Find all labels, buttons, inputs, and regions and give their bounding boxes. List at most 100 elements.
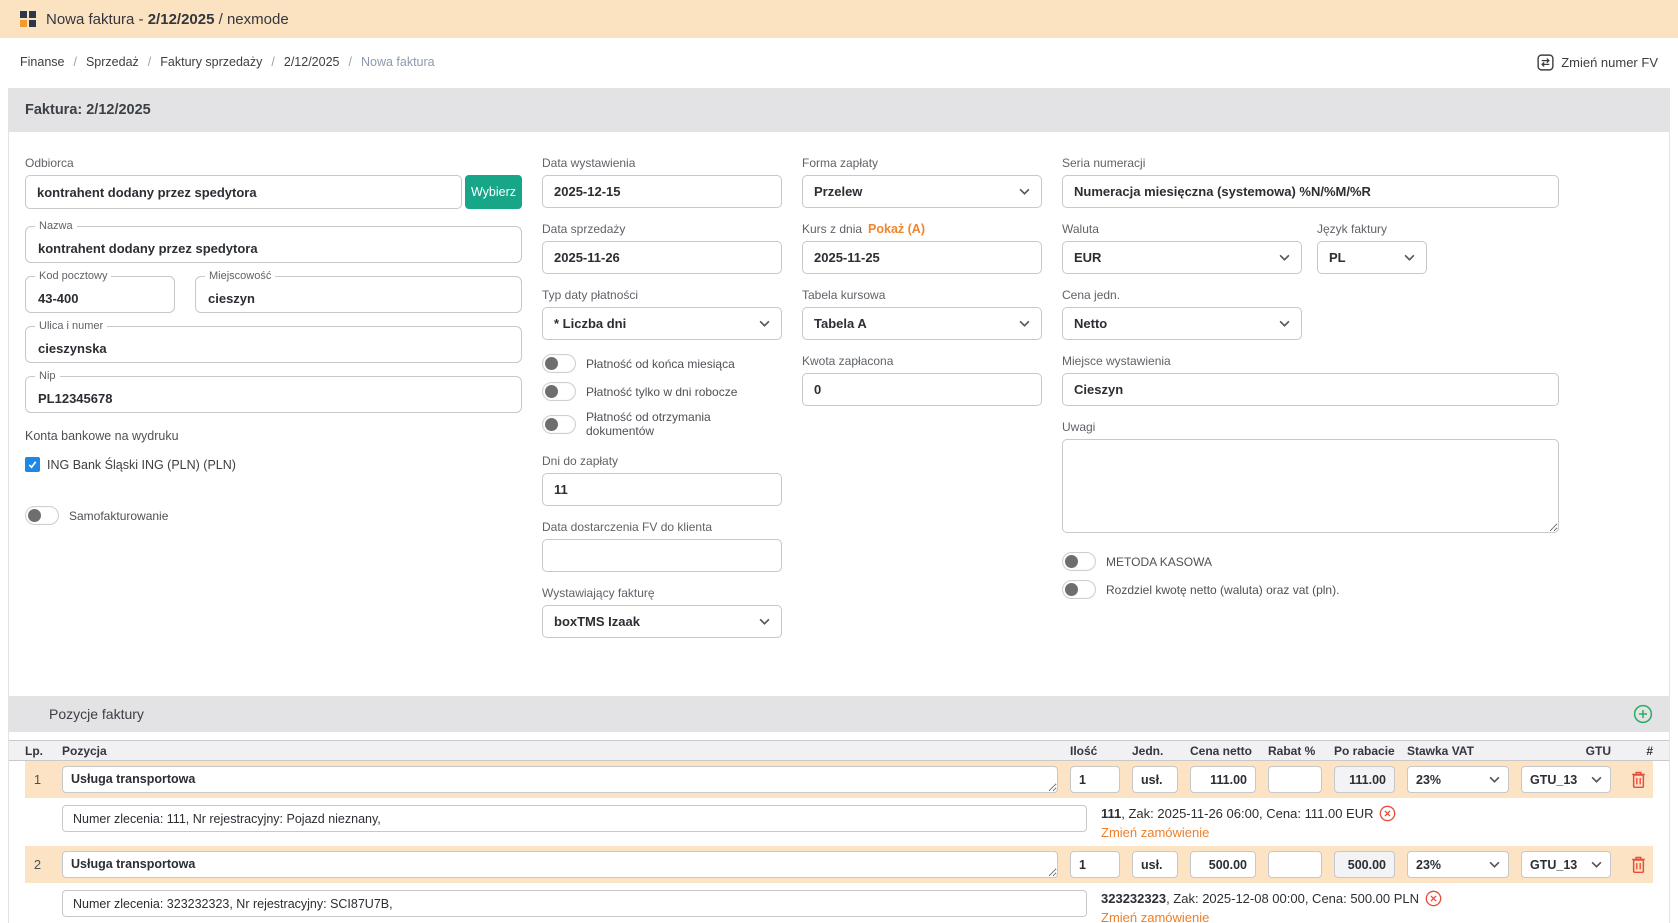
cena-jedn-label: Cena jedn. <box>1062 288 1302 302</box>
item-1-name-input[interactable]: Usługa transportowa <box>62 766 1058 793</box>
breadcrumb-faktury[interactable]: Faktury sprzedaży <box>160 55 262 69</box>
samofakturowanie-label: Samofakturowanie <box>69 509 168 523</box>
change-fv-number-button[interactable]: Zmień numer FV <box>1537 54 1658 71</box>
change-order-2-link[interactable]: Zmień zamówienie <box>1101 910 1209 923</box>
dni-do-zaplaty-label: Dni do zapłaty <box>542 454 782 468</box>
invoice-card: Faktura: 2/12/2025 Odbiorca Wybierz Nazw… <box>8 88 1670 923</box>
breadcrumb-number[interactable]: 2/12/2025 <box>284 55 340 69</box>
item-1-unit-input[interactable] <box>1132 766 1178 793</box>
chevron-down-icon <box>1489 776 1500 783</box>
remove-order-2-icon[interactable] <box>1425 890 1442 907</box>
item-1-lp: 1 <box>25 772 50 787</box>
bank-account-checkbox-row[interactable]: ING Bank Śląski ING (PLN) (PLN) <box>25 457 522 472</box>
uwagi-label: Uwagi <box>1062 420 1559 434</box>
invoice-card-header: Faktura: 2/12/2025 <box>9 88 1669 132</box>
tabela-kursowa-select[interactable]: Tabela A <box>802 307 1042 340</box>
nazwa-field[interactable]: Nazwa kontrahent dodany przez spedytora <box>25 226 522 263</box>
data-dostarczenia-input[interactable] <box>542 539 782 572</box>
platnosc-koniec-miesiaca-toggle[interactable] <box>542 354 576 373</box>
ulica-label: Ulica i numer <box>35 320 107 332</box>
breadcrumb-sprzedaz[interactable]: Sprzedaż <box>86 55 139 69</box>
chevron-down-icon <box>759 320 770 327</box>
miejscowosc-field[interactable]: Miejscowość cieszyn <box>195 276 522 313</box>
uwagi-textarea[interactable] <box>1062 439 1559 533</box>
change-order-1-link[interactable]: Zmień zamówienie <box>1101 825 1209 840</box>
breadcrumb-bar: Finanse / Sprzedaż / Faktury sprzedaży /… <box>0 38 1678 86</box>
forma-zaplaty-select[interactable]: Przelew <box>802 175 1042 208</box>
window-title: Nowa faktura - 2/12/2025 / nexmode <box>46 11 289 28</box>
remove-order-1-icon[interactable] <box>1379 805 1396 822</box>
nip-label: Nip <box>35 370 60 382</box>
item-row-2: 2 Usługa transportowa 23% GTU_13 <box>25 846 1653 883</box>
item-2-gtu-select[interactable]: GTU_13 <box>1521 851 1611 878</box>
wystawiajacy-select[interactable]: boxTMS Izaak <box>542 605 782 638</box>
odbiorca-input[interactable] <box>25 175 462 209</box>
pozycje-faktury-title: Pozycje faktury <box>25 706 144 722</box>
typ-daty-platnosci-select[interactable]: * Liczba dni <box>542 307 782 340</box>
chevron-down-icon <box>1591 861 1602 868</box>
ulica-field[interactable]: Ulica i numer cieszynska <box>25 326 522 363</box>
rozdziel-kwote-toggle[interactable] <box>1062 580 1096 599</box>
samofakturowanie-row: Samofakturowanie <box>25 506 522 525</box>
breadcrumb-finanse[interactable]: Finanse <box>20 55 64 69</box>
seria-numeracji-input[interactable] <box>1062 175 1559 208</box>
item-2-net-input[interactable] <box>1190 851 1256 878</box>
data-dostarczenia-label: Data dostarczenia FV do klienta <box>542 520 782 534</box>
column-recipient: Odbiorca Wybierz Nazwa kontrahent dodany… <box>25 156 522 534</box>
kurs-z-dnia-label: Kurs z dnia <box>802 222 862 236</box>
wybierz-button[interactable]: Wybierz <box>465 175 522 209</box>
platnosc-dni-robocze-row: Płatność tylko w dni robocze <box>542 382 782 401</box>
item-2-order-note-input[interactable] <box>62 890 1087 917</box>
platnosc-dni-robocze-toggle[interactable] <box>542 382 576 401</box>
item-2-unit-input[interactable] <box>1132 851 1178 878</box>
metoda-kasowa-toggle[interactable] <box>1062 552 1096 571</box>
cena-jedn-select[interactable]: Netto <box>1062 307 1302 340</box>
item-1-qty-input[interactable] <box>1070 766 1120 793</box>
data-wystawienia-input[interactable] <box>542 175 782 208</box>
miejsce-wystawienia-label: Miejsce wystawienia <box>1062 354 1559 368</box>
kod-pocztowy-label: Kod pocztowy <box>35 270 111 282</box>
dni-do-zaplaty-input[interactable] <box>542 473 782 506</box>
kwota-zaplacona-input[interactable] <box>802 373 1042 406</box>
jezyk-faktury-select[interactable]: PL <box>1317 241 1427 274</box>
item-1-order-info: 111, Zak: 2025-11-26 06:00, Cena: 111.00… <box>1101 805 1396 840</box>
typ-daty-platnosci-label: Typ daty płatności <box>542 288 782 302</box>
item-1-vat-select[interactable]: 23% <box>1407 766 1509 793</box>
item-1-order-note-input[interactable] <box>62 805 1087 832</box>
add-item-plus-icon[interactable] <box>1633 704 1653 724</box>
kurs-z-dnia-input[interactable] <box>802 241 1042 274</box>
swap-icon <box>1537 54 1554 71</box>
kod-pocztowy-field[interactable]: Kod pocztowy 43-400 <box>25 276 175 313</box>
breadcrumb-current: Nowa faktura <box>361 55 435 69</box>
item-2-qty-input[interactable] <box>1070 851 1120 878</box>
samofakturowanie-toggle[interactable] <box>25 506 59 525</box>
miejsce-wystawienia-input[interactable] <box>1062 373 1559 406</box>
item-1-net-input[interactable] <box>1190 766 1256 793</box>
item-1-gtu-select[interactable]: GTU_13 <box>1521 766 1611 793</box>
item-1-discount-input[interactable] <box>1268 766 1322 793</box>
chevron-down-icon <box>1279 320 1290 327</box>
platnosc-otrzymanie-dokumentow-toggle[interactable] <box>542 415 576 434</box>
waluta-select[interactable]: EUR <box>1062 241 1302 274</box>
nip-field[interactable]: Nip PL12345678 <box>25 376 522 413</box>
item-2-discount-input[interactable] <box>1268 851 1322 878</box>
rozdziel-kwote-label: Rozdziel kwotę netto (waluta) oraz vat (… <box>1106 583 1339 597</box>
rozdziel-kwote-row: Rozdziel kwotę netto (waluta) oraz vat (… <box>1062 580 1559 599</box>
metoda-kasowa-label: METODA KASOWA <box>1106 555 1212 569</box>
column-numbering: Seria numeracji Waluta EUR Język faktury… <box>1062 156 1559 608</box>
chevron-down-icon <box>1279 254 1290 261</box>
bank-checkbox[interactable] <box>25 457 40 472</box>
data-sprzedazy-input[interactable] <box>542 241 782 274</box>
delete-item-1-trash-icon[interactable] <box>1630 770 1647 789</box>
item-row-2-details: 323232323, Zak: 2025-12-08 00:00, Cena: … <box>25 883 1653 923</box>
item-2-vat-select[interactable]: 23% <box>1407 851 1509 878</box>
pokaz-kurs-link[interactable]: Pokaż (A) <box>868 222 925 236</box>
column-dates: Data wystawienia Data sprzedaży Typ daty… <box>542 156 782 652</box>
item-1-after-discount <box>1334 766 1395 793</box>
delete-item-2-trash-icon[interactable] <box>1630 855 1647 874</box>
column-payment: Forma zapłaty Przelew Kurs z dnia Pokaż … <box>802 156 1042 420</box>
item-2-name-input[interactable]: Usługa transportowa <box>62 851 1058 878</box>
invoice-form: Odbiorca Wybierz Nazwa kontrahent dodany… <box>9 132 1669 696</box>
items-table: Lp. Pozycja Ilość Jedn. Cena netto Rabat… <box>9 732 1669 923</box>
nazwa-label: Nazwa <box>35 220 77 232</box>
